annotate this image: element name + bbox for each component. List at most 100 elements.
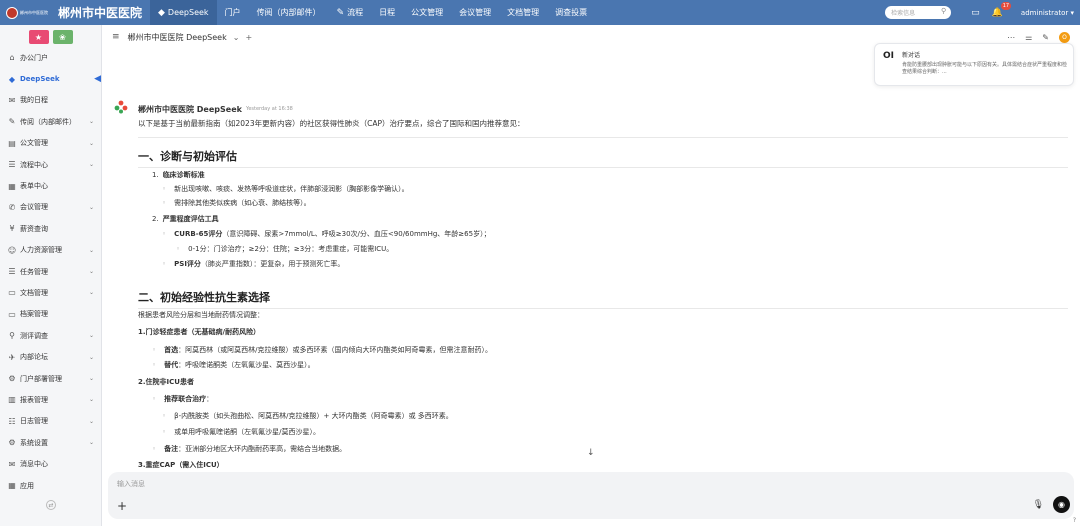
sidebar-item[interactable]: ⚲ 测评调查 ⌄ [0, 325, 101, 346]
bell-icon[interactable]: 🔔 17 [992, 1, 1012, 18]
card-icon[interactable]: ▭ [971, 8, 980, 18]
notice-body: 肯能防重腰部出现肿胀可能与以下原因有关。具体需结合症状严重程度和检查结果综合判断… [902, 62, 1068, 75]
microphone-icon[interactable]: 🎙 [1033, 500, 1044, 510]
hospital-logo[interactable]: 郴州市中医医院 郴州市中医医院 [0, 0, 150, 25]
sidebar-item[interactable]: ✈ 内部论坛 ⌄ [0, 346, 101, 367]
bullet-icon: ◦ [152, 346, 157, 354]
nav-item[interactable]: 传阅（内部邮件） [249, 0, 329, 25]
new-chat-icon[interactable]: + [245, 33, 252, 42]
bold-text: 首选 [164, 346, 179, 354]
nav-item[interactable]: 日程 [371, 0, 403, 25]
edit-icon[interactable]: ✎ [1042, 33, 1049, 42]
sidebar-item[interactable]: ✆ 会议管理 ⌄ [0, 197, 101, 218]
message-input[interactable]: 输入消息 + 🎙 ◉ [108, 472, 1074, 519]
sidebar-item-label: 报表管理 [20, 395, 48, 404]
sidebar-item[interactable]: ▤ 公文管理 ⌄ [0, 133, 101, 154]
chevron-down-icon[interactable]: ⌄ [89, 161, 94, 168]
nav-label: 日程 [379, 8, 396, 17]
chevron-down-icon[interactable]: ⌄ [89, 396, 94, 403]
settings-sliders-icon[interactable]: ⚌ [1025, 33, 1032, 42]
chevron-down-icon[interactable]: ⌄ [89, 354, 94, 361]
apps-button[interactable]: ❀ [52, 30, 73, 44]
nav-item[interactable]: 公文管理 [403, 0, 451, 25]
nav-item[interactable]: ◆ DeepSeek [150, 0, 217, 25]
content-line: 2. 严重程度评估工具 [152, 214, 219, 224]
sidebar-item-label: 消息中心 [20, 460, 48, 469]
voice-mode-icon[interactable]: ◉ [1053, 496, 1070, 513]
nav-label: 公文管理 [411, 8, 444, 17]
content-line: ◦ PSI评分（肺炎严重指数）：更复杂，用于预测死亡率。 [162, 259, 344, 269]
bullet-icon: ◦ [162, 230, 167, 238]
chat-title[interactable]: 郴州市中医医院 DeepSeek [128, 32, 227, 43]
sidebar-item-label: 日志管理 [20, 417, 48, 426]
bullet-icon: ◦ [162, 199, 167, 207]
sidebar-item[interactable]: ▭ 文档管理 ⌄ [0, 282, 101, 303]
attach-plus-icon[interactable]: + [117, 499, 127, 513]
bullet-icon: ◦ [162, 428, 167, 436]
chevron-down-icon[interactable]: ⌄ [89, 247, 94, 254]
chat-message: 郴州市中医医院 DeepSeek Yesterday at 16:38 以下是基… [114, 100, 1068, 469]
nav-item[interactable]: ✎ 流程 [329, 0, 372, 25]
search-icon[interactable]: ⚲ [941, 7, 946, 15]
search-input[interactable]: 检索信息 ⚲ [885, 6, 952, 19]
bullet-icon: ◦ [152, 395, 157, 403]
sidebar-item[interactable]: ¥ 薪资查询 [0, 218, 101, 239]
chevron-down-icon[interactable]: ⌄ [89, 332, 94, 339]
sidebar-item[interactable]: ✎ 传阅（内部邮件） ⌄ [0, 111, 101, 132]
bold-text: 备注 [164, 445, 179, 453]
chevron-down-icon[interactable]: ⌄ [89, 375, 94, 382]
bold-text: 3.重症CAP（需入住ICU） [138, 461, 224, 469]
sidebar-item[interactable]: ⚙ 门户部署管理 ⌄ [0, 368, 101, 389]
sidebar-item[interactable]: ▥ 报表管理 ⌄ [0, 389, 101, 410]
sidebar-item[interactable]: ☰ 任务管理 ⌄ [0, 261, 101, 282]
line-text: β-内酰胺类（如头孢曲松、阿莫西林/克拉维酸）+ 大环内酯类（阿奇霉素）或 多西… [174, 412, 453, 420]
bold-text: 替代 [164, 361, 179, 369]
chevron-down-icon[interactable]: ⌄ [89, 268, 94, 275]
new-chat-card[interactable]: OI 新对话 肯能防重腰部出现肿胀可能与以下原因有关。具体需结合症状严重程度和检… [874, 43, 1074, 86]
sidebar-item[interactable]: ⚙ 系统设置 ⌄ [0, 432, 101, 453]
menu-icon[interactable]: ≡ [112, 32, 120, 42]
sidebar-item[interactable]: ✉ 我的日程 [0, 90, 101, 111]
chevron-down-icon[interactable]: ⌄ [89, 289, 94, 296]
chevron-down-icon[interactable]: ⌄ [89, 140, 94, 147]
help-icon[interactable]: ? [1073, 517, 1076, 524]
more-icon[interactable]: ⋯ [1007, 33, 1015, 42]
chevron-down-icon[interactable]: ⌄ [89, 204, 94, 211]
sidebar-item-label: 门户部署管理 [20, 374, 62, 383]
sidebar-item-label: 文档管理 [20, 288, 48, 297]
favorite-button[interactable]: ★ [28, 30, 49, 44]
bold-text: 1.门诊轻症患者（无基础病/耐药风险） [138, 328, 261, 336]
nav-item[interactable]: 会议管理 [451, 0, 499, 25]
sidebar-item[interactable]: ⌂ 办公门户 [0, 47, 101, 68]
avatar[interactable]: O [1059, 32, 1070, 43]
sidebar-item[interactable]: ◆ DeepSeek ◀ [0, 68, 101, 89]
sidebar-item-label: 应用 [20, 481, 34, 490]
sidebar-item-label: DeepSeek [20, 75, 60, 84]
collapse-sidebar-icon[interactable]: ⇄ [46, 500, 56, 510]
sidebar-item[interactable]: ☺ 人力资源管理 ⌄ [0, 240, 101, 261]
chevron-down-icon[interactable]: ⌄ [89, 439, 94, 446]
sidebar-item[interactable]: ☷ 日志管理 ⌄ [0, 411, 101, 432]
deepseek-bot-icon [114, 100, 128, 114]
content-line: 1.门诊轻症患者（无基础病/耐药风险） [138, 327, 260, 337]
sidebar-item-label: 任务管理 [20, 267, 48, 276]
hospital-emblem [6, 6, 18, 19]
sidebar-item-icon: ✈ [8, 352, 16, 362]
sidebar-item[interactable]: ☰ 流程中心 ⌄ [0, 154, 101, 175]
sidebar-item[interactable]: ▭ 档案管理 [0, 304, 101, 325]
line-text: 根据患者风险分层和当地耐药情况调整： [138, 311, 264, 319]
scroll-down-icon[interactable]: ↓ [587, 448, 595, 458]
sidebar-item[interactable]: ✉ 消息中心 [0, 453, 101, 474]
nav-item[interactable]: 文档管理 [499, 0, 547, 25]
chevron-down-icon[interactable]: ⌄ [89, 418, 94, 425]
notification-badge: 17 [1000, 1, 1012, 10]
nav-item[interactable]: 门户 [217, 0, 249, 25]
sidebar-item-label: 会议管理 [20, 203, 48, 212]
sidebar-item[interactable]: ▦ 应用 [0, 475, 101, 496]
chevron-down-icon[interactable]: ⌄ [233, 33, 240, 42]
sidebar-item-label: 公文管理 [20, 139, 48, 148]
user-menu[interactable]: administrator ▾ [1021, 9, 1074, 17]
chevron-down-icon[interactable]: ⌄ [89, 118, 94, 125]
sidebar-item[interactable]: ▦ 表单中心 [0, 175, 101, 196]
nav-item[interactable]: 调查投票 [547, 0, 595, 25]
